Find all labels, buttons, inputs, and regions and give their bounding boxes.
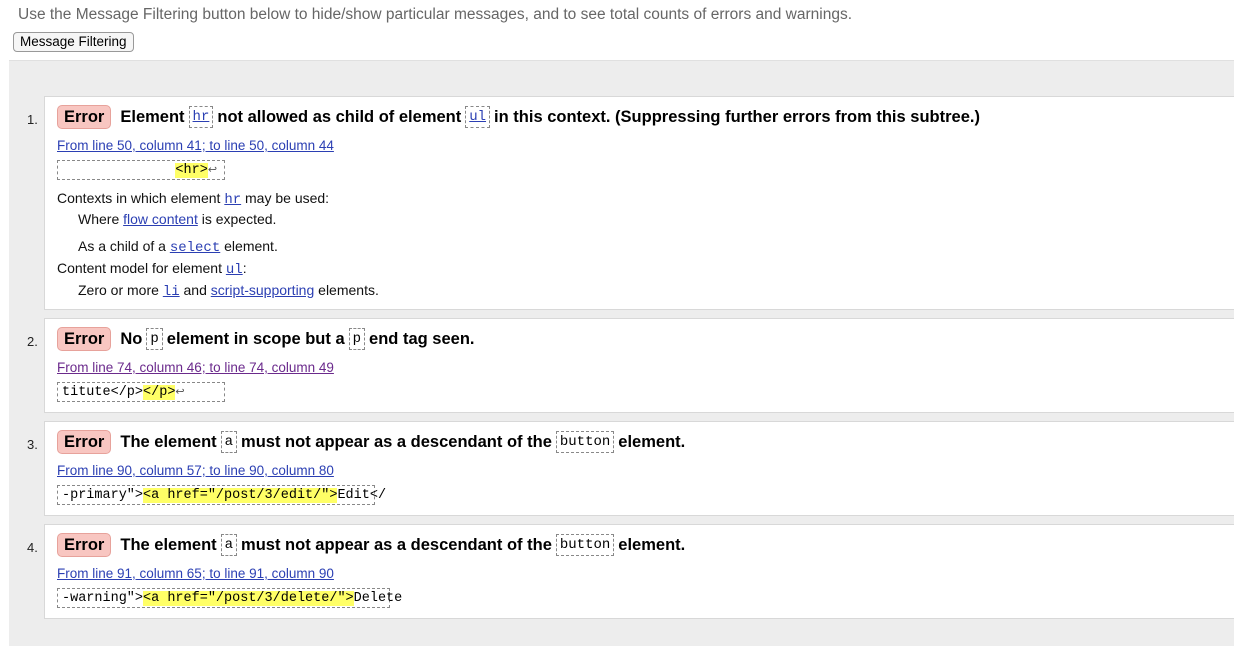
message-headline: Error No p element in scope but a p end … [57,327,475,351]
context-text: As a child of a [78,238,166,254]
message-headline: Error The element a must not appear as a… [57,533,685,557]
extract-highlight: </p> [143,385,176,400]
source-extract: <hr>↩ [57,160,225,180]
message-number: 4. [27,540,38,555]
content-model-text: and [183,282,207,298]
message-text-part: not allowed as child of element [217,107,462,126]
script-supporting-link[interactable]: script-supporting [211,282,315,298]
extract-text: Edit</ [337,488,387,503]
message-headline: Error The element a must not appear as a… [57,430,685,454]
element-code: button [555,534,615,556]
message-number: 1. [27,112,38,127]
message-filtering-button[interactable]: Message Filtering [13,32,134,52]
error-message-4: 4. Error The element a must not appear a… [27,524,1234,619]
element-code-link[interactable]: ul [226,262,243,278]
line-feed-icon: ↩ [175,387,185,399]
error-message-2: 2. Error No p element in scope but a p e… [27,318,1234,413]
error-badge: Error [57,430,112,454]
element-code: p [348,328,366,350]
message-headline: Error Element hr not allowed as child of… [57,105,980,129]
extract-highlight: <hr> [175,163,208,178]
error-message-1: 1. Error Element hr not allowed as child… [27,96,1234,310]
error-badge: Error [57,327,112,351]
contexts-label-text: Contexts in which element [57,190,221,206]
message-text-part: end tag seen. [369,329,475,348]
flow-content-link[interactable]: flow content [123,211,198,227]
message-text-part: must not appear as a descendant of the [241,535,552,554]
context-text: is expected. [201,211,277,227]
error-badge: Error [57,533,112,557]
extract-highlight: <a href="/post/3/edit/"> [143,488,338,503]
location-link[interactable]: From line 50, column 41; to line 50, col… [57,138,334,153]
message-number: 2. [27,334,38,349]
element-code-link[interactable]: ul [465,106,491,128]
location-link[interactable]: From line 91, column 65; to line 91, col… [57,566,334,581]
error-badge: Error [57,105,112,129]
contexts-label: Contexts in which element hr may be used… [57,190,329,208]
extract-text: titute</p> [62,385,144,400]
context-text: element. [224,238,278,254]
context-item: As a child of a select element. [78,238,278,256]
extract-text [62,163,175,178]
source-extract: -primary"><a href="/post/3/edit/">Edit</ [57,485,386,505]
intro-text: Use the Message Filtering button below t… [18,6,853,23]
context-item: Where flow content is expected. [78,211,276,227]
content-model-text: elements. [318,282,379,298]
element-code-link[interactable]: hr [224,192,241,208]
results-panel: 1. Error Element hr not allowed as child… [9,60,1234,646]
source-extract: -warning"><a href="/post/3/delete/">Dele… [57,588,402,608]
contexts-label-text: may be used: [245,190,330,206]
element-code: a [220,534,238,556]
message-text-part: The element [120,535,217,554]
message-text-part: element. [618,535,686,554]
message-text-part: must not appear as a descendant of the [241,432,552,451]
li-element-link[interactable]: li [163,284,180,300]
message-number: 3. [27,437,38,452]
content-model-text: : [242,260,247,276]
extract-highlight: <a href="/post/3/delete/"> [143,591,354,606]
element-code: p [146,328,163,350]
message-text-part: element. [618,432,686,451]
message-text-part: Element [120,107,185,126]
extract-text: Delete [353,591,403,606]
extract-text: -primary"> [62,488,144,503]
error-message-3: 3. Error The element a must not appear a… [27,421,1234,516]
element-code: button [555,431,615,453]
content-model-label: Content model for element ul: [57,260,247,278]
context-text: Where [78,211,120,227]
element-code-link[interactable]: hr [188,106,214,128]
source-extract: titute</p></p>↩ [57,382,225,402]
select-element-link[interactable]: select [170,240,220,256]
line-feed-icon: ↩ [207,165,218,177]
extract-text: -warning"> [62,591,144,606]
content-model-item: Zero or more li and script-supporting el… [78,282,379,300]
message-text-part: in this context. (Suppressing further er… [494,107,980,126]
message-text-part: element in scope but a [166,329,345,348]
content-model-text: Content model for element [57,260,222,276]
message-text-part: The element [120,432,217,451]
location-link[interactable]: From line 90, column 57; to line 90, col… [57,463,334,478]
location-link[interactable]: From line 74, column 46; to line 74, col… [57,360,334,375]
content-model-text: Zero or more [78,282,159,298]
message-text-part: No [120,329,143,348]
element-code: a [220,431,238,453]
